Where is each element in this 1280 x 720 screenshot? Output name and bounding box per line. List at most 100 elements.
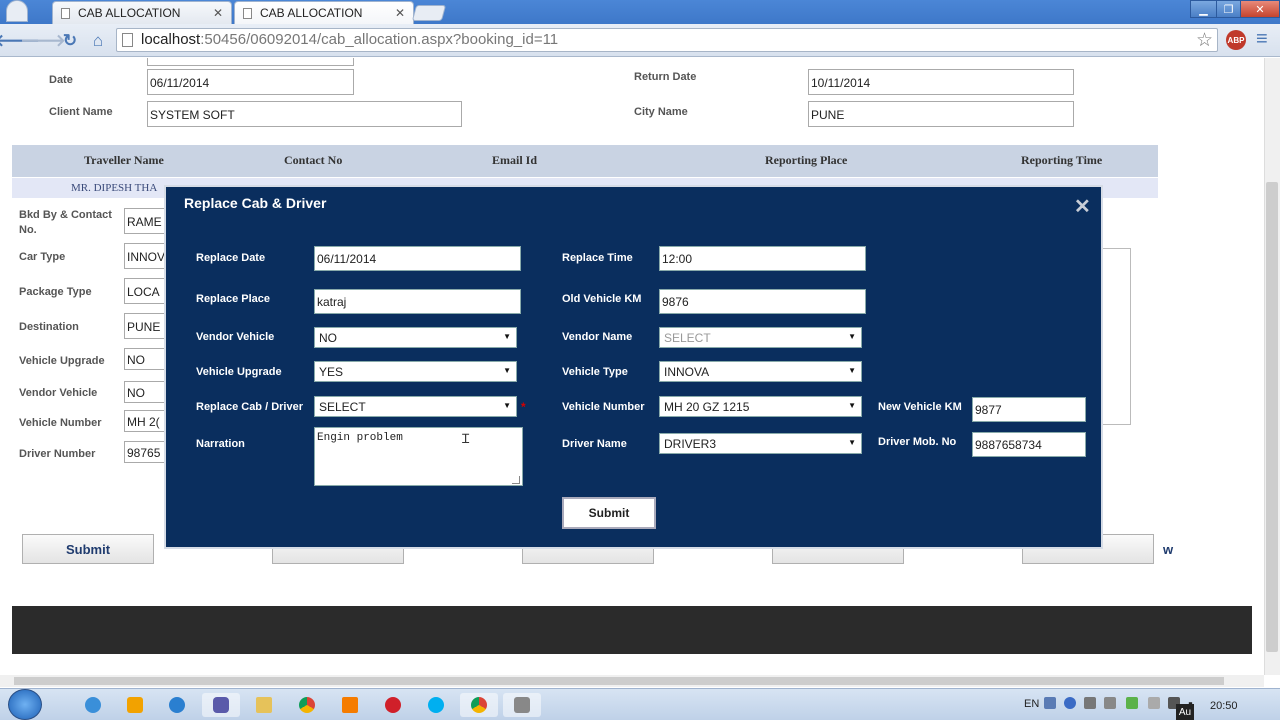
home-icon[interactable]: ⌂ bbox=[87, 30, 109, 52]
dropdown-arrow-icon: ▼ bbox=[848, 332, 856, 341]
menu-icon[interactable]: ≡ bbox=[1256, 28, 1268, 51]
destination-label: Destination bbox=[19, 321, 79, 333]
adblock-icon[interactable]: ABP bbox=[1226, 30, 1246, 50]
vertical-scrollbar-thumb[interactable] bbox=[1266, 182, 1278, 652]
close-window-button[interactable]: ✕ bbox=[1240, 0, 1280, 18]
text-cursor-icon: Ɪ bbox=[462, 431, 470, 446]
opera-icon[interactable] bbox=[374, 693, 412, 717]
old-vehicle-km-label: Old Vehicle KM bbox=[562, 293, 642, 305]
vendor-vehicle-select[interactable]: NO ▼ bbox=[314, 327, 517, 348]
document-icon bbox=[61, 7, 70, 19]
vehicle-upgrade-label: Vehicle Upgrade bbox=[196, 366, 282, 378]
language-indicator[interactable]: EN bbox=[1024, 698, 1039, 710]
tray-icon[interactable] bbox=[1044, 697, 1056, 709]
traveller-name-cell: MR. DIPESH THA bbox=[71, 182, 158, 194]
vehicle-number-select[interactable]: MH 20 GZ 1215 ▼ bbox=[659, 396, 862, 417]
reload-icon[interactable]: ↻ bbox=[59, 30, 81, 52]
new-tab-button[interactable] bbox=[411, 5, 447, 21]
forward-icon[interactable]: 🡒 bbox=[20, 30, 66, 52]
dialog-submit-button[interactable]: Submit bbox=[562, 497, 656, 529]
replace-date-input[interactable]: 06/11/2014 bbox=[314, 246, 521, 271]
close-tab-icon[interactable]: ✕ bbox=[213, 6, 223, 20]
bookmark-star-icon[interactable]: ☆ bbox=[1196, 29, 1213, 52]
client-name-label: Client Name bbox=[49, 106, 113, 118]
narration-textarea[interactable]: Engin problem bbox=[314, 427, 523, 486]
driver-name-select[interactable]: DRIVER3 ▼ bbox=[659, 433, 862, 454]
replace-cab-driver-select[interactable]: SELECT ▼ bbox=[314, 396, 517, 417]
driver-mob-input[interactable]: 9887658734 bbox=[972, 432, 1086, 457]
tray-arrow-icon[interactable] bbox=[1084, 697, 1096, 709]
narration-label: Narration bbox=[196, 438, 245, 450]
vehicle-type-select[interactable]: INNOVA ▼ bbox=[659, 361, 862, 382]
return-date-label: Return Date bbox=[634, 71, 697, 83]
ie-icon[interactable] bbox=[74, 693, 112, 717]
new-vehicle-km-input[interactable]: 9877 bbox=[972, 397, 1086, 422]
vehicle-upgrade-label: Vehicle Upgrade bbox=[19, 355, 105, 367]
header-reporting-time: Reporting Time bbox=[1021, 153, 1103, 167]
close-tab-icon[interactable]: ✕ bbox=[395, 6, 405, 20]
replace-cab-driver-label: Replace Cab / Driver bbox=[196, 401, 303, 413]
dropdown-arrow-icon: ▼ bbox=[848, 401, 856, 410]
horizontal-scrollbar-thumb[interactable] bbox=[14, 677, 1224, 685]
button-label-fragment: w bbox=[1162, 541, 1174, 557]
tab-cab-allocation-1[interactable]: CAB ALLOCATION ✕ bbox=[52, 1, 232, 24]
package-type-label: Package Type bbox=[19, 286, 92, 298]
dropdown-arrow-icon: ▼ bbox=[503, 401, 511, 410]
media-player-icon[interactable] bbox=[116, 693, 154, 717]
select-value: YES bbox=[319, 365, 344, 379]
vehicle-type-label: Vehicle Type bbox=[562, 366, 628, 378]
help-icon[interactable] bbox=[1064, 697, 1076, 709]
date-field[interactable]: 06/11/2014 bbox=[147, 69, 354, 95]
header-traveller-name: Traveller Name bbox=[84, 153, 164, 167]
document-icon bbox=[243, 7, 252, 19]
replace-date-label: Replace Date bbox=[196, 252, 266, 264]
vendor-vehicle-label: Vendor Vehicle bbox=[196, 331, 275, 343]
date-label: Date bbox=[49, 74, 73, 86]
vehicle-upgrade-select[interactable]: YES ▼ bbox=[314, 361, 517, 382]
dialog-title: Replace Cab & Driver bbox=[184, 195, 327, 211]
restore-button[interactable]: ❐ bbox=[1216, 0, 1241, 18]
select-value: DRIVER3 bbox=[664, 437, 717, 451]
start-button[interactable] bbox=[8, 689, 42, 720]
driver-mob-label: Driver Mob. No bbox=[878, 436, 957, 448]
tab-cab-allocation-2[interactable]: CAB ALLOCATION ✕ bbox=[234, 1, 414, 24]
submit-button[interactable]: Submit bbox=[22, 534, 154, 564]
select-value: NO bbox=[319, 331, 337, 345]
device-icon[interactable] bbox=[1148, 697, 1160, 709]
security-icon[interactable] bbox=[1126, 697, 1138, 709]
header-contact-no: Contact No bbox=[284, 153, 343, 167]
return-date-field[interactable]: 10/11/2014 bbox=[808, 69, 1074, 95]
client-name-field[interactable]: SYSTEM SOFT bbox=[147, 101, 462, 127]
vlc-icon[interactable] bbox=[331, 693, 369, 717]
replace-time-input[interactable]: 12:00 bbox=[659, 246, 866, 271]
clock[interactable]: 20:50 bbox=[1210, 700, 1238, 712]
city-name-field[interactable]: PUNE bbox=[808, 101, 1074, 127]
replace-place-label: Replace Place bbox=[196, 293, 270, 305]
select-value: SELECT bbox=[319, 400, 366, 414]
minimize-button[interactable]: ▁ bbox=[1190, 0, 1217, 18]
network-icon[interactable] bbox=[1104, 697, 1116, 709]
select-value: MH 20 GZ 1215 bbox=[664, 400, 750, 414]
dropdown-arrow-icon: ▼ bbox=[848, 366, 856, 375]
close-icon[interactable]: ✕ bbox=[1074, 194, 1091, 219]
resize-handle-icon[interactable] bbox=[512, 476, 520, 484]
app-m-icon[interactable] bbox=[158, 693, 196, 717]
window-app-icon[interactable] bbox=[503, 693, 541, 717]
vendor-name-select[interactable]: SELECT ▼ bbox=[659, 327, 862, 348]
remarks-box[interactable] bbox=[1100, 248, 1131, 425]
profile-icon[interactable] bbox=[6, 0, 28, 22]
skype-icon[interactable] bbox=[417, 693, 455, 717]
tab-label: CAB ALLOCATION bbox=[260, 6, 363, 20]
chrome-icon[interactable] bbox=[288, 693, 326, 717]
driver-number-label: Driver Number bbox=[19, 448, 96, 460]
folder-icon[interactable] bbox=[245, 693, 283, 717]
dropdown-arrow-icon: ▼ bbox=[848, 438, 856, 447]
chrome-active-icon[interactable] bbox=[460, 693, 498, 717]
driver-name-label: Driver Name bbox=[562, 438, 627, 450]
old-vehicle-km-input[interactable]: 9876 bbox=[659, 289, 866, 314]
app-glasses-icon[interactable] bbox=[202, 693, 240, 717]
city-name-label: City Name bbox=[634, 106, 688, 118]
header-reporting-place: Reporting Place bbox=[765, 153, 848, 167]
replace-place-input[interactable]: katraj bbox=[314, 289, 521, 314]
car-type-label: Car Type bbox=[19, 251, 66, 263]
